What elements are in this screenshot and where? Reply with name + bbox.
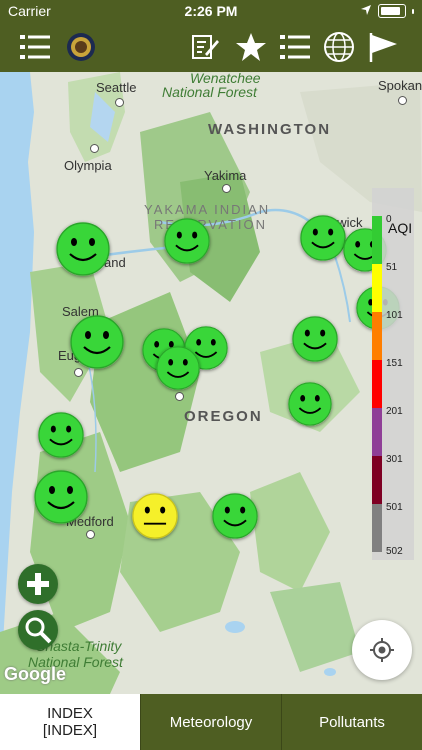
map-view[interactable]: Wenatchee National Forest Seattle Spokan… (0, 72, 422, 694)
tab-pollutants[interactable]: Pollutants (281, 694, 422, 750)
legend-tick: 301 (386, 454, 403, 465)
aqi-marker-moderate[interactable] (132, 493, 178, 539)
map-label-oregon: OREGON (184, 408, 263, 425)
city-dot-olympia (90, 144, 99, 153)
tab-meteorology[interactable]: Meteorology (140, 694, 281, 750)
legend-color-bar (372, 216, 382, 552)
battery-tip (412, 8, 414, 14)
status-bar: Carrier 2:26 PM (0, 0, 422, 22)
legend-tick: 51 (386, 262, 398, 273)
map-label-olympia: Olympia (64, 158, 112, 173)
city-dot-bend (175, 392, 184, 401)
map-label-yakima: Yakima (204, 168, 247, 183)
aqi-marker-good[interactable] (38, 412, 84, 458)
aqi-legend: AQI 0 51 101 151 201 301 501 502 (372, 188, 414, 560)
city-dot-yakima (222, 184, 231, 193)
aqi-marker-good[interactable] (292, 316, 338, 362)
zoom-in-button[interactable] (18, 564, 58, 604)
bottom-tab-bar: INDEX [INDEX] Meteorology Pollutants (0, 694, 422, 750)
tab-index[interactable]: INDEX [INDEX] (0, 694, 140, 750)
status-icons (360, 3, 414, 19)
crosshair-icon (370, 638, 394, 662)
aqi-marker-good[interactable] (300, 215, 346, 261)
map-label-washington: WASHINGTON (208, 121, 332, 138)
map-label-spokane: Spokan (378, 78, 422, 93)
city-dot-spokane (398, 96, 407, 105)
aqi-marker-good[interactable] (164, 218, 210, 264)
locate-me-button[interactable] (352, 620, 412, 680)
city-dot-seattle (115, 98, 124, 107)
map-label-seattle: Seattle (96, 80, 137, 95)
aqi-marker-good[interactable] (56, 222, 110, 276)
battery-icon (378, 4, 406, 18)
city-dot-medford (86, 530, 95, 539)
legend-tick: 201 (386, 406, 403, 417)
legend-tick: 101 (386, 310, 403, 321)
list-icon[interactable] (278, 30, 312, 64)
edit-icon[interactable] (188, 30, 222, 64)
toolbar (0, 22, 422, 72)
flag-icon[interactable] (366, 30, 400, 64)
map-label-national-forest: National Forest (162, 84, 257, 100)
legend-tick: 0 (386, 214, 392, 225)
search-zoom-button[interactable] (18, 610, 58, 650)
aqi-marker-good[interactable] (212, 493, 258, 539)
legend-tick: 502 (386, 546, 403, 557)
location-arrow-icon (360, 3, 372, 19)
star-icon[interactable] (234, 30, 268, 64)
legend-tick: 151 (386, 358, 403, 369)
city-dot-eugene (74, 368, 83, 377)
map-label-yakama: YAKAMA INDIAN (144, 202, 271, 217)
google-logo: Google (4, 664, 66, 684)
legend-tick: 501 (386, 502, 403, 513)
agency-seal-logo (64, 30, 98, 64)
aqi-marker-good[interactable] (70, 315, 124, 369)
globe-icon[interactable] (322, 30, 356, 64)
aqi-marker-good[interactable] (156, 346, 200, 390)
aqi-marker-good[interactable] (288, 382, 332, 426)
aqi-marker-good[interactable] (34, 470, 88, 524)
menu-list-icon[interactable] (18, 30, 52, 64)
clock: 2:26 PM (184, 3, 238, 19)
